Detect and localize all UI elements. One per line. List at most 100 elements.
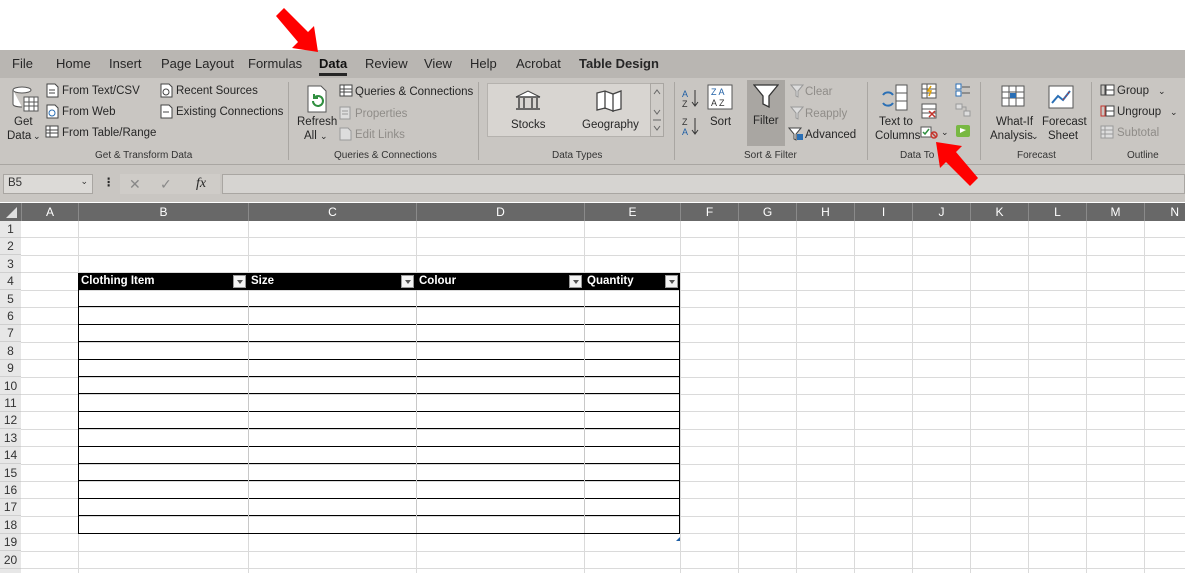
- get-data-label-1[interactable]: Get: [14, 115, 33, 129]
- row-header[interactable]: 19: [0, 534, 21, 552]
- refresh-all-label-2[interactable]: All: [304, 129, 317, 143]
- text-to-columns-icon[interactable]: [880, 83, 910, 118]
- tab-review[interactable]: Review: [365, 56, 408, 71]
- table-header-colour[interactable]: Colour: [416, 273, 456, 290]
- table-row[interactable]: [78, 307, 680, 325]
- refresh-icon[interactable]: [304, 84, 332, 119]
- sort-icon[interactable]: Z AA Z: [707, 84, 733, 115]
- from-table-range-button[interactable]: From Table/Range: [62, 126, 156, 140]
- table-header-quantity[interactable]: Quantity: [584, 273, 634, 290]
- from-text-csv-button[interactable]: From Text/CSV: [62, 84, 140, 98]
- row-header[interactable]: 15: [0, 465, 21, 482]
- insert-function-icon[interactable]: fx: [196, 177, 206, 191]
- row-header[interactable]: 1: [0, 221, 21, 238]
- row-header[interactable]: 11: [0, 395, 21, 412]
- column-header[interactable]: A: [21, 203, 78, 221]
- what-if-analysis-icon[interactable]: [1000, 83, 1028, 116]
- get-data-label-2[interactable]: Data: [7, 129, 31, 143]
- remove-duplicates-icon[interactable]: [921, 103, 937, 124]
- group-button[interactable]: Group: [1117, 84, 1149, 98]
- edit-links-button[interactable]: Edit Links: [355, 128, 405, 142]
- row-header[interactable]: 12: [0, 412, 21, 430]
- column-header[interactable]: M: [1086, 203, 1144, 221]
- cancel-icon[interactable]: ✕: [129, 177, 141, 191]
- column-header[interactable]: D: [416, 203, 584, 221]
- data-types-scroll[interactable]: [650, 83, 664, 137]
- table-row[interactable]: [78, 359, 680, 377]
- row-header[interactable]: 7: [0, 325, 21, 343]
- recent-sources-button[interactable]: Recent Sources: [176, 84, 258, 98]
- row-header[interactable]: 6: [0, 308, 21, 325]
- column-header[interactable]: B: [78, 203, 248, 221]
- text-to-columns-label-1[interactable]: Text to: [879, 115, 913, 129]
- queries-connections-button[interactable]: Queries & Connections: [355, 85, 473, 99]
- sort-za-icon[interactable]: ZA: [682, 116, 700, 141]
- existing-connections-button[interactable]: Existing Connections: [176, 105, 283, 119]
- chevron-down-icon[interactable]: ⌄: [80, 176, 88, 187]
- table-row[interactable]: [78, 516, 680, 534]
- table-header-size[interactable]: Size: [248, 273, 274, 290]
- tab-help[interactable]: Help: [470, 56, 497, 71]
- table-row[interactable]: [78, 429, 680, 447]
- geography-button[interactable]: Geography: [582, 118, 639, 132]
- table-row[interactable]: [78, 394, 680, 412]
- table-row[interactable]: [78, 464, 680, 482]
- column-header[interactable]: H: [796, 203, 854, 221]
- forecast-sheet-label-2[interactable]: Sheet: [1048, 129, 1078, 143]
- tab-view[interactable]: View: [424, 56, 452, 71]
- more-options-icon[interactable]: ⋮: [103, 176, 115, 190]
- text-to-columns-label-2[interactable]: Columns: [875, 129, 920, 143]
- row-header[interactable]: 8: [0, 343, 21, 360]
- row-header[interactable]: 2: [0, 238, 21, 256]
- filter-dropdown-icon[interactable]: [401, 275, 414, 288]
- clear-button[interactable]: Clear: [805, 85, 832, 99]
- tab-acrobat[interactable]: Acrobat: [516, 56, 561, 71]
- column-header[interactable]: J: [912, 203, 970, 221]
- consolidate-icon[interactable]: [955, 83, 971, 102]
- enter-icon[interactable]: ✓: [160, 177, 172, 191]
- table-row[interactable]: [78, 411, 680, 430]
- tab-table-design[interactable]: Table Design: [579, 56, 659, 71]
- row-header[interactable]: 4: [0, 273, 21, 291]
- tab-home[interactable]: Home: [56, 56, 91, 71]
- flash-fill-icon[interactable]: [921, 83, 937, 104]
- stocks-icon[interactable]: [514, 89, 542, 118]
- row-header[interactable]: 20: [0, 552, 21, 569]
- table-row[interactable]: [78, 290, 680, 308]
- table-row[interactable]: [78, 498, 680, 517]
- filter-button[interactable]: Filter: [747, 80, 785, 146]
- column-header[interactable]: C: [248, 203, 416, 221]
- what-if-label-1[interactable]: What-If: [996, 115, 1033, 129]
- table-row[interactable]: [78, 481, 680, 499]
- filter-dropdown-icon[interactable]: [233, 275, 246, 288]
- filter-dropdown-icon[interactable]: [665, 275, 678, 288]
- column-header[interactable]: L: [1028, 203, 1086, 221]
- tab-insert[interactable]: Insert: [109, 56, 142, 71]
- geography-icon[interactable]: [595, 89, 623, 118]
- forecast-sheet-label-1[interactable]: Forecast: [1042, 115, 1087, 129]
- column-header[interactable]: G: [738, 203, 796, 221]
- row-header[interactable]: 10: [0, 378, 21, 395]
- row-header[interactable]: 3: [0, 256, 21, 273]
- table-resize-handle[interactable]: [676, 528, 680, 546]
- row-header[interactable]: 5: [0, 291, 21, 308]
- table-row[interactable]: [78, 377, 680, 395]
- tab-file[interactable]: File: [12, 56, 33, 71]
- column-header[interactable]: K: [970, 203, 1028, 221]
- formula-input[interactable]: [222, 174, 1185, 194]
- column-header[interactable]: E: [584, 203, 680, 221]
- name-box[interactable]: B5 ⌄: [3, 174, 93, 194]
- from-web-button[interactable]: From Web: [62, 105, 115, 119]
- relationships-icon[interactable]: [955, 103, 971, 122]
- column-header[interactable]: N: [1144, 203, 1185, 221]
- row-header[interactable]: 18: [0, 517, 21, 534]
- column-header[interactable]: F: [680, 203, 738, 221]
- what-if-label-2[interactable]: Analysis: [990, 129, 1033, 143]
- column-header[interactable]: I: [854, 203, 912, 221]
- row-header[interactable]: 17: [0, 499, 21, 517]
- row-header[interactable]: 14: [0, 447, 21, 465]
- reapply-button[interactable]: Reapply: [805, 107, 847, 121]
- refresh-all-label-1[interactable]: Refresh: [297, 115, 337, 129]
- row-header[interactable]: 16: [0, 482, 21, 499]
- tab-page-layout[interactable]: Page Layout: [161, 56, 234, 71]
